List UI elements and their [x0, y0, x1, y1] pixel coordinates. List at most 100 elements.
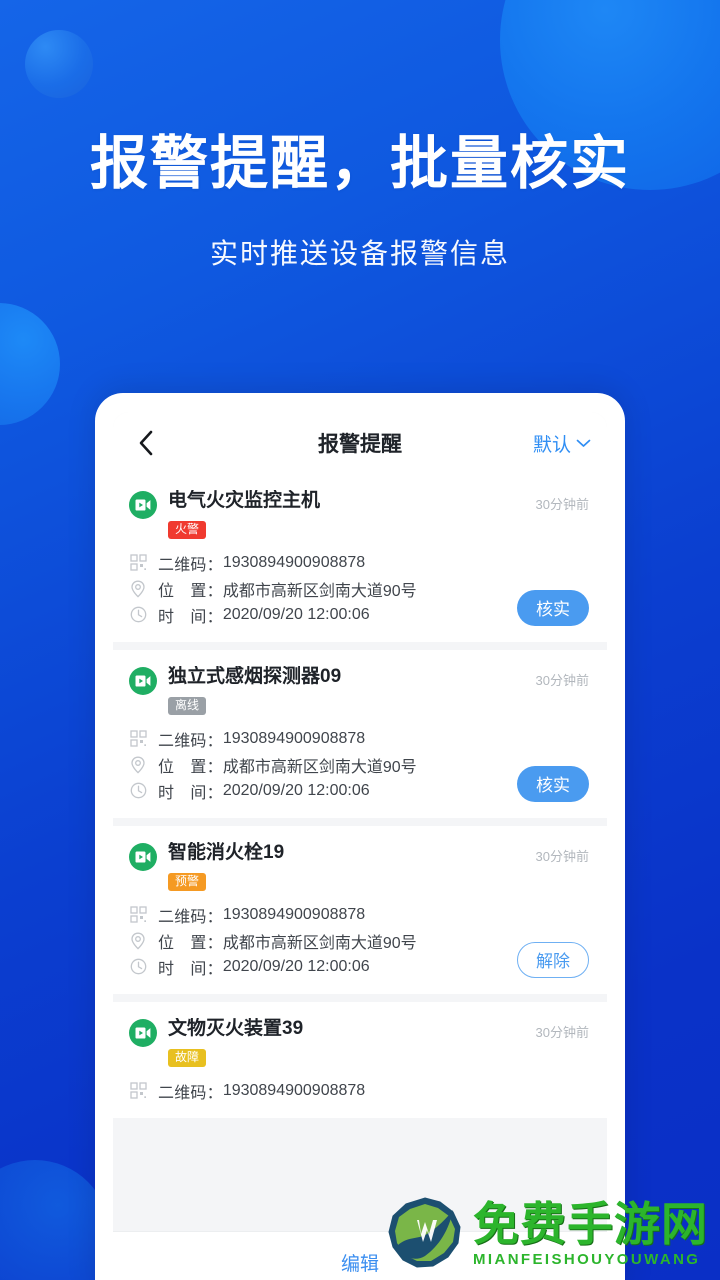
- alert-row-qr-value: 1930894900908878: [222, 729, 366, 747]
- edit-button[interactable]: 编辑: [341, 1249, 379, 1276]
- alert-action-wrap: 核实: [507, 589, 589, 628]
- alert-time-ago: 30分钟前: [535, 1024, 589, 1040]
- alert-row-location-label: 位 置：: [158, 758, 223, 776]
- alert-row-qr: 二维码： 1930894900908878: [129, 550, 507, 576]
- alert-list[interactable]: 电气火灾监控主机 火警 30分钟前 二维码： 1930894900908878 …: [113, 474, 607, 1231]
- alert-time-ago: 30分钟前: [535, 672, 589, 688]
- alert-card-title-block: 电气火灾监控主机 火警: [168, 490, 528, 539]
- alert-time-ago: 30分钟前: [535, 848, 589, 864]
- app-header: 报警提醒 默认: [113, 412, 607, 474]
- watermark-text: 免费手游网 MIANFEISHOUYOUWANG: [473, 1201, 708, 1268]
- alert-row-location-value: 成都市高新区剑南大道90号: [222, 582, 417, 600]
- status-badge: 离线: [168, 696, 207, 715]
- qrcode-icon: [129, 906, 147, 924]
- alert-detail-rows: 二维码： 1930894900908878 位 置： 成都市高新区剑南大道90号…: [129, 726, 507, 804]
- decorative-circle-bottom-left: [0, 1160, 110, 1280]
- mianfei-m-logo-icon: [387, 1196, 463, 1272]
- alert-row-time: 时 间： 2020/09/20 12:00:06: [129, 954, 507, 980]
- hero-section: 报警提醒，批量核实 实时推送设备报警信息: [0, 130, 720, 272]
- hero-title: 报警提醒，批量核实: [89, 131, 630, 196]
- app-screen: 报警提醒 默认 电气火灾监控主机 火警 30分钟前 二维码： 193089490…: [113, 412, 607, 1280]
- alert-row-time-value: 2020/09/20 12:00:06: [222, 957, 370, 975]
- qrcode-icon: [129, 730, 147, 748]
- alert-row-time-value: 2020/09/20 12:00:06: [222, 781, 370, 799]
- alert-action-wrap: 解除: [507, 941, 589, 980]
- alert-row-location-value: 成都市高新区剑南大道90号: [222, 934, 417, 952]
- alert-row-time-label: 时 间：: [158, 608, 223, 626]
- status-badge: 预警: [168, 872, 207, 891]
- alert-row-time-label: 时 间：: [158, 960, 223, 978]
- alert-row-location-value: 成都市高新区剑南大道90号: [222, 758, 417, 776]
- alert-card-header: 电气火灾监控主机 火警 30分钟前: [129, 490, 589, 539]
- alert-card-body: 二维码： 1930894900908878 位 置： 成都市高新区剑南大道90号…: [129, 550, 589, 628]
- alert-card-title-block: 文物灭火装置39 故障: [168, 1018, 528, 1067]
- decorative-circle-top-left: [25, 30, 93, 98]
- alert-row-qr-value: 1930894900908878: [222, 905, 366, 923]
- device-name: 电气火灾监控主机: [168, 490, 321, 511]
- alert-card-body: 二维码： 1930894900908878 位 置： 成都市高新区剑南大道90号…: [129, 726, 589, 804]
- alert-card-header: 独立式感烟探测器09 离线 30分钟前: [129, 666, 589, 715]
- watermark: 免费手游网 MIANFEISHOUYOUWANG: [387, 1196, 708, 1272]
- device-name: 独立式感烟探测器09: [168, 665, 342, 687]
- sort-selector-label: 默认: [532, 434, 571, 456]
- alert-row-qr: 二维码： 1930894900908878: [129, 726, 507, 752]
- alert-row-time: 时 间： 2020/09/20 12:00:06: [129, 778, 507, 804]
- back-button[interactable]: [129, 426, 163, 460]
- alert-card-title-block: 智能消火栓19 预警: [168, 842, 528, 891]
- verify-button[interactable]: 核实: [517, 765, 589, 802]
- alert-row-location-label: 位 置：: [158, 934, 223, 952]
- watermark-title: 免费手游网: [473, 1197, 708, 1250]
- alert-row-qr-label: 二维码：: [158, 908, 223, 926]
- status-badge: 故障: [168, 1048, 207, 1067]
- clock-icon: [129, 782, 147, 800]
- alert-row-qr-label: 二维码：: [158, 1084, 223, 1102]
- decorative-circle-left: [0, 303, 60, 425]
- alert-card-header: 文物灭火装置39 故障 30分钟前: [129, 1018, 589, 1067]
- alert-card-body: 二维码： 1930894900908878 位 置： 成都市高新区剑南大道90号…: [129, 902, 589, 980]
- alert-card[interactable]: 文物灭火装置39 故障 30分钟前 二维码： 1930894900908878: [113, 1001, 607, 1118]
- alert-card[interactable]: 独立式感烟探测器09 离线 30分钟前 二维码： 193089490090887…: [113, 649, 607, 818]
- sort-selector[interactable]: 默认: [533, 430, 591, 457]
- clock-icon: [129, 958, 147, 976]
- alert-detail-rows: 二维码： 1930894900908878 位 置： 成都市高新区剑南大道90号…: [129, 902, 507, 980]
- alert-detail-rows: 二维码： 1930894900908878 位 置： 成都市高新区剑南大道90号…: [129, 550, 507, 628]
- phone-mockup: 报警提醒 默认 电气火灾监控主机 火警 30分钟前 二维码： 193089490…: [95, 393, 625, 1280]
- alert-row-time-label: 时 间：: [158, 784, 223, 802]
- video-camera-icon: [129, 1018, 157, 1047]
- alert-row-qr-label: 二维码：: [158, 732, 223, 750]
- alert-time-ago: 30分钟前: [535, 497, 589, 512]
- video-camera-icon: [129, 842, 157, 871]
- dismiss-button[interactable]: 解除: [517, 941, 589, 978]
- location-pin-icon: [129, 756, 147, 774]
- watermark-subtitle: MIANFEISHOUYOUWANG: [473, 1250, 701, 1268]
- alert-row-time-value: 2020/09/20 12:00:06: [222, 605, 370, 623]
- video-camera-icon: [129, 666, 157, 695]
- qrcode-icon: [129, 1082, 147, 1100]
- qrcode-icon: [129, 554, 147, 572]
- verify-button[interactable]: 核实: [517, 589, 589, 626]
- alert-card[interactable]: 智能消火栓19 预警 30分钟前 二维码： 1930894900908878 位…: [113, 825, 607, 994]
- status-badge: 火警: [168, 520, 207, 539]
- clock-icon: [129, 606, 147, 624]
- device-name: 文物灭火装置39: [168, 1017, 304, 1039]
- location-pin-icon: [129, 580, 147, 598]
- location-pin-icon: [129, 932, 147, 950]
- alert-row-location-label: 位 置：: [158, 582, 223, 600]
- alert-row-qr: 二维码： 1930894900908878: [129, 902, 507, 928]
- alert-row-location: 位 置： 成都市高新区剑南大道90号: [129, 752, 507, 778]
- alert-card-header: 智能消火栓19 预警 30分钟前: [129, 842, 589, 891]
- alert-row-qr: 二维码： 1930894900908878: [129, 1078, 589, 1104]
- video-camera-icon: [129, 491, 157, 519]
- alert-card[interactable]: 电气火灾监控主机 火警 30分钟前 二维码： 1930894900908878 …: [113, 474, 607, 642]
- alert-row-qr-label: 二维码：: [158, 556, 223, 574]
- alert-card-title-block: 独立式感烟探测器09 离线: [168, 666, 528, 715]
- alert-row-time: 时 间： 2020/09/20 12:00:06: [129, 602, 507, 628]
- alert-action-wrap: 核实: [507, 765, 589, 804]
- alert-row-qr-value: 1930894900908878: [222, 553, 366, 571]
- alert-card-body: 二维码： 1930894900908878: [129, 1078, 589, 1104]
- alert-row-location: 位 置： 成都市高新区剑南大道90号: [129, 928, 507, 954]
- chevron-left-icon: [138, 430, 154, 456]
- alert-row-location: 位 置： 成都市高新区剑南大道90号: [129, 576, 507, 602]
- alert-row-qr-value: 1930894900908878: [222, 1081, 366, 1099]
- alert-detail-rows: 二维码： 1930894900908878: [129, 1078, 589, 1104]
